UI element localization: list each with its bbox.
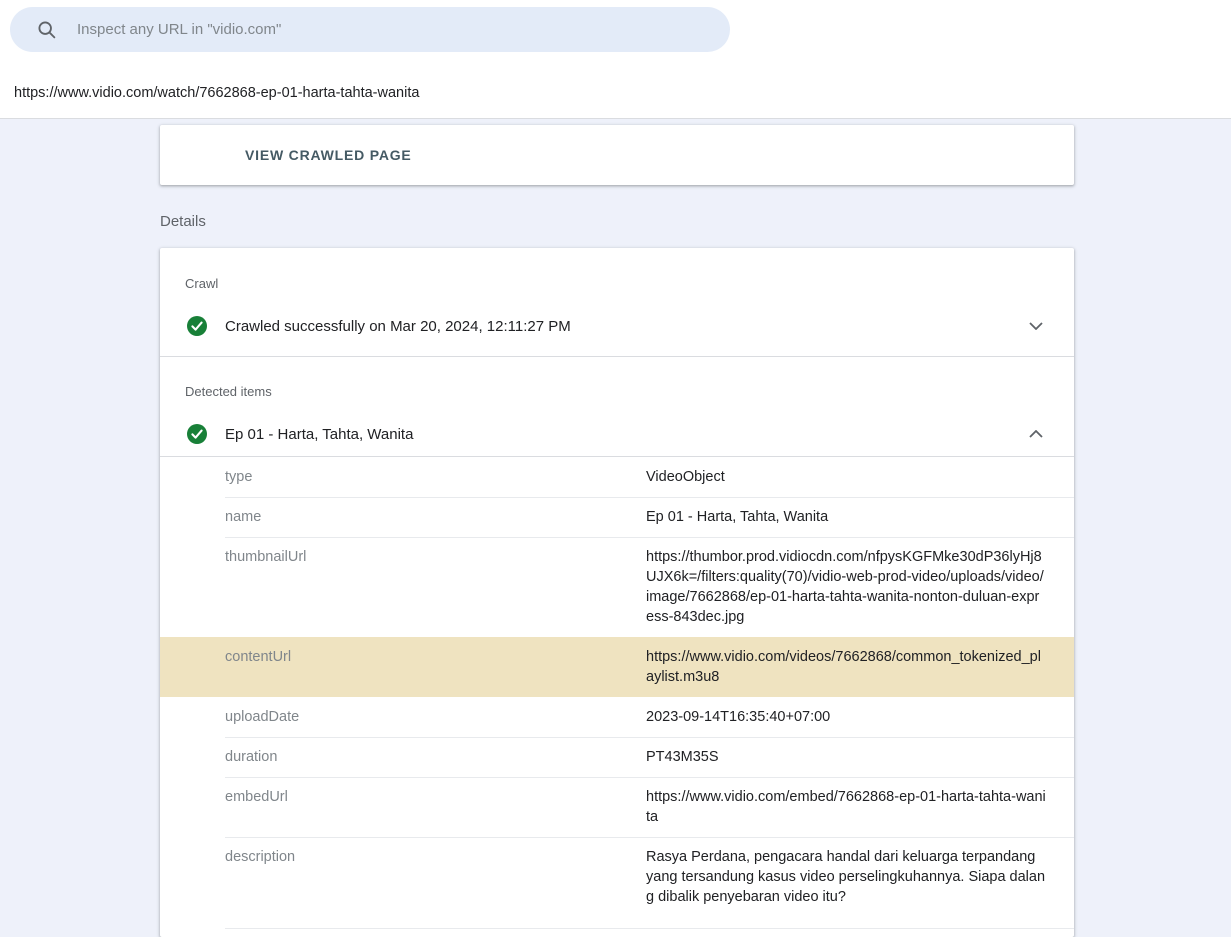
detected-item-properties-table: type VideoObject name Ep 01 - Harta, Tah… xyxy=(160,457,1074,917)
crawl-status-row[interactable]: Crawled successfully on Mar 20, 2024, 12… xyxy=(160,306,1074,346)
property-value: https://www.vidio.com/videos/7662868/com… xyxy=(646,647,1046,687)
inspected-url: https://www.vidio.com/watch/7662868-ep-0… xyxy=(14,85,419,101)
view-crawled-page-button[interactable]: VIEW CRAWLED PAGE xyxy=(245,125,412,185)
row-divider xyxy=(225,928,1074,929)
property-value: https://thumbor.prod.vidiocdn.com/nfpysK… xyxy=(646,547,1046,627)
property-row: description Rasya Perdana, pengacara han… xyxy=(160,837,1074,917)
url-inspection-page: https://www.vidio.com/watch/7662868-ep-0… xyxy=(0,0,1231,937)
property-key: duration xyxy=(225,747,646,767)
url-search-bar[interactable] xyxy=(10,7,730,52)
chevron-up-icon xyxy=(1029,430,1043,438)
property-row: type VideoObject xyxy=(160,457,1074,497)
crawl-expand-button[interactable] xyxy=(1024,314,1048,338)
detected-items-label: Detected items xyxy=(185,384,272,399)
property-row: embedUrl https://www.vidio.com/embed/766… xyxy=(160,777,1074,837)
property-key: description xyxy=(225,847,646,867)
property-key: thumbnailUrl xyxy=(225,547,646,567)
property-value: VideoObject xyxy=(646,467,1046,487)
section-divider xyxy=(160,356,1074,357)
property-row: duration PT43M35S xyxy=(160,737,1074,777)
property-value: Ep 01 - Harta, Tahta, Wanita xyxy=(646,507,1046,527)
property-row: uploadDate 2023-09-14T16:35:40+07:00 xyxy=(160,697,1074,737)
property-key: uploadDate xyxy=(225,707,646,727)
top-header: https://www.vidio.com/watch/7662868-ep-0… xyxy=(0,0,1231,119)
detected-item-title: Ep 01 - Harta, Tahta, Wanita xyxy=(225,426,413,443)
success-check-icon xyxy=(187,424,207,444)
property-row: name Ep 01 - Harta, Tahta, Wanita xyxy=(160,497,1074,537)
property-value: PT43M35S xyxy=(646,747,1046,767)
detected-item-row[interactable]: Ep 01 - Harta, Tahta, Wanita xyxy=(160,414,1074,454)
property-value: Rasya Perdana, pengacara handal dari kel… xyxy=(646,847,1046,907)
search-icon xyxy=(36,19,57,40)
property-value: 2023-09-14T16:35:40+07:00 xyxy=(646,707,1046,727)
property-key: name xyxy=(225,507,646,527)
details-card: Crawl Crawled successfully on Mar 20, 20… xyxy=(160,248,1074,937)
property-row: contentUrl https://www.vidio.com/videos/… xyxy=(160,637,1074,697)
detected-item-collapse-button[interactable] xyxy=(1024,422,1048,446)
crawled-page-card: VIEW CRAWLED PAGE xyxy=(160,125,1074,185)
property-key: contentUrl xyxy=(225,647,646,667)
details-heading: Details xyxy=(160,213,206,230)
property-value: https://www.vidio.com/embed/7662868-ep-0… xyxy=(646,787,1046,827)
search-input[interactable] xyxy=(77,21,712,38)
chevron-down-icon xyxy=(1029,322,1043,330)
success-check-icon xyxy=(187,316,207,336)
property-row: thumbnailUrl https://thumbor.prod.vidioc… xyxy=(160,537,1074,637)
crawl-status-text: Crawled successfully on Mar 20, 2024, 12… xyxy=(225,318,571,335)
property-key: type xyxy=(225,467,646,487)
crawl-section-label: Crawl xyxy=(185,276,218,291)
property-key: embedUrl xyxy=(225,787,646,807)
